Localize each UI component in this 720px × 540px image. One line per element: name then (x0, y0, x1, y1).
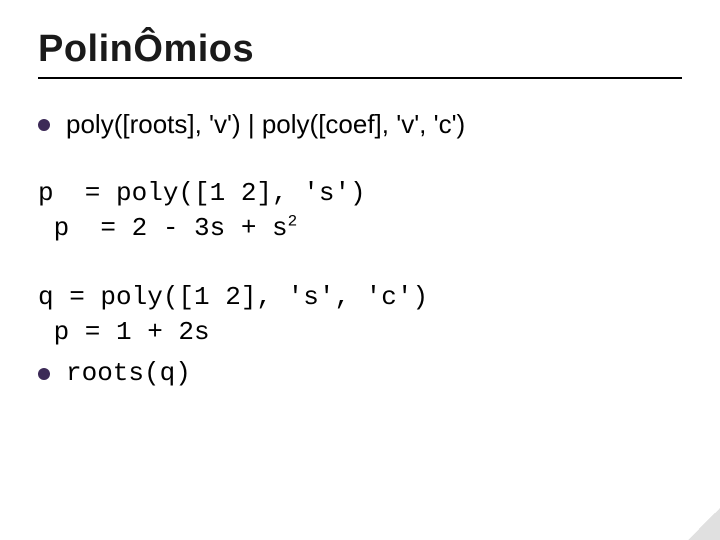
bullet-item-roots: roots(q) (38, 356, 682, 391)
code1-line2: p = 2 - 3s + s2 (38, 211, 682, 246)
code2-line2: p = 1 + 2s (38, 315, 682, 350)
bullet-text-roots: roots(q) (66, 356, 682, 391)
code-block-2: q = poly([1 2], 's', 'c') p = 1 + 2s (38, 280, 682, 350)
bullet-dot-icon (38, 119, 50, 131)
slide: PolinÔmios poly([roots], 'v') | poly([co… (0, 0, 720, 540)
bullet-text-syntax: poly([roots], 'v') | poly([coef], 'v', '… (66, 107, 682, 142)
slide-body: poly([roots], 'v') | poly([coef], 'v', '… (38, 107, 682, 392)
title-underline (38, 77, 682, 79)
code1-line1: p = poly([1 2], 's') (38, 176, 682, 211)
bullet-item-syntax: poly([roots], 'v') | poly([coef], 'v', '… (38, 107, 682, 142)
page-corner-icon (688, 508, 720, 540)
code1-line2-exp: 2 (288, 213, 298, 231)
slide-title: PolinÔmios (38, 28, 682, 71)
bullet-dot-icon (38, 368, 50, 380)
code1-line2-prefix: p = 2 - 3s + s (38, 213, 288, 243)
code2-line1: q = poly([1 2], 's', 'c') (38, 280, 682, 315)
code-block-1: p = poly([1 2], 's') p = 2 - 3s + s2 (38, 176, 682, 246)
